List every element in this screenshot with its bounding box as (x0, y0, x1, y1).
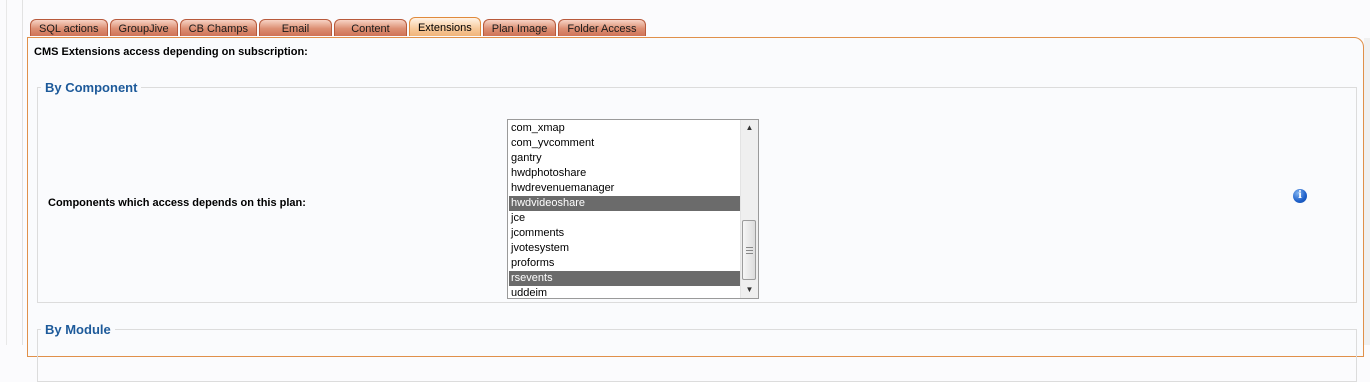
list-item[interactable]: jcomments (509, 226, 742, 241)
list-item[interactable]: gantry (509, 151, 742, 166)
scroll-down-arrow-icon[interactable]: ▼ (741, 282, 758, 298)
by-component-legend: By Component (45, 80, 138, 95)
tab-sql-actions[interactable]: SQL actions (30, 19, 108, 36)
tab-plan-image[interactable]: Plan Image (482, 19, 557, 36)
by-module-fieldset: By Module (37, 322, 1357, 382)
extensions-panel: CMS Extensions access depending on subsc… (27, 37, 1364, 382)
list-item[interactable]: proforms (509, 256, 742, 271)
list-item-selected[interactable]: hwdvideoshare (509, 196, 742, 211)
list-item[interactable]: hwdrevenuemanager (509, 181, 742, 196)
list-item[interactable]: hwdphotoshare (509, 166, 742, 181)
list-item[interactable]: com_yvcomment (509, 136, 742, 151)
list-item[interactable]: jvotesystem (509, 241, 742, 256)
by-module-legend: By Module (45, 322, 111, 337)
tab-email[interactable]: Email (258, 19, 332, 36)
tab-groupjive[interactable]: GroupJive (109, 19, 178, 36)
tab-content[interactable]: Content (333, 19, 407, 36)
page-scrollbar[interactable] (1364, 38, 1370, 345)
components-list: com_xmap com_yvcomment gantry hwdphotosh… (509, 121, 742, 298)
panel-title: CMS Extensions access depending on subsc… (34, 46, 308, 58)
components-multiselect[interactable]: com_xmap com_yvcomment gantry hwdphotosh… (507, 119, 759, 299)
scroll-up-arrow-icon[interactable]: ▲ (741, 120, 758, 136)
info-icon[interactable]: i (1293, 189, 1307, 203)
by-component-fieldset: By Component Components which access dep… (37, 80, 1357, 303)
tab-cb-champs[interactable]: CB Champs (179, 19, 257, 36)
list-item-selected[interactable]: rsevents (509, 271, 742, 286)
scroll-grip-icon (746, 247, 753, 254)
components-field-label: Components which access depends on this … (48, 197, 306, 209)
scroll-thumb[interactable] (742, 220, 756, 280)
list-item[interactable]: jce (509, 211, 742, 226)
tab-bar: SQL actions GroupJive CB Champs Email Co… (30, 17, 646, 37)
left-frame (0, 0, 23, 345)
tab-extensions[interactable]: Extensions (408, 17, 481, 36)
list-scrollbar[interactable]: ▲ ▼ (740, 120, 758, 298)
tab-folder-access[interactable]: Folder Access (558, 19, 646, 36)
list-item[interactable]: com_xmap (509, 121, 742, 136)
list-item[interactable]: uddeim (509, 286, 742, 298)
